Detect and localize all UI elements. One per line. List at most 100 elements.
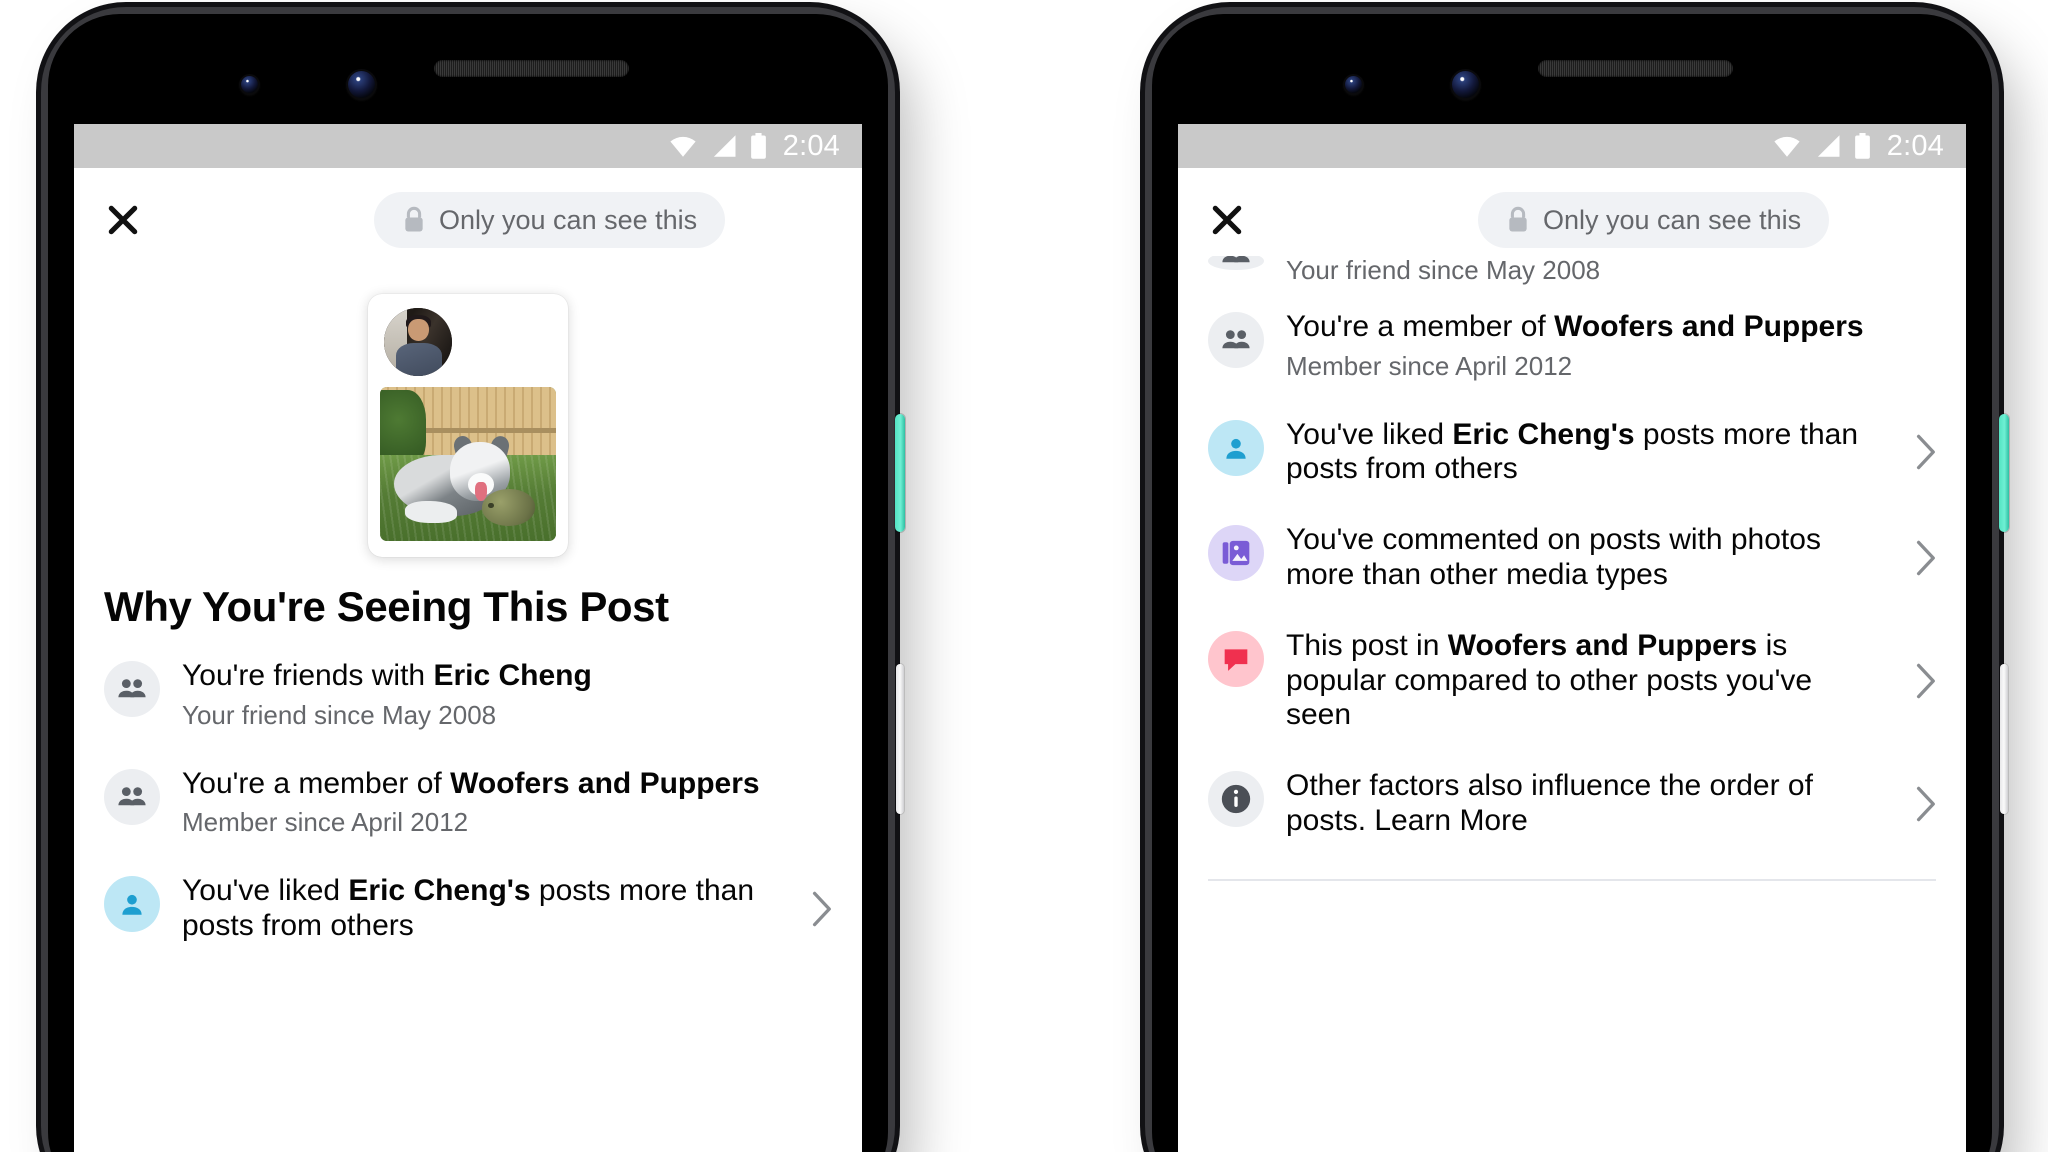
group-people-icon — [118, 786, 146, 805]
list-item[interactable]: You're friends with Eric Cheng Your frie… — [74, 641, 862, 749]
list-item-title: You've commented on posts with photos mo… — [1286, 523, 1821, 591]
list-item-title: You're a member of Woofers and Puppers — [182, 766, 760, 800]
list-item-chevron[interactable] — [1910, 536, 1940, 580]
privacy-badge-label: Only you can see this — [439, 204, 698, 235]
list-item-title: You're a member of Woofers and Puppers — [1286, 309, 1864, 343]
person-circle-icon — [1226, 438, 1246, 459]
list-item-title: Other factors also influence the order o… — [1286, 769, 1813, 837]
list-item-icon — [1208, 771, 1264, 828]
list-item-chevron[interactable] — [806, 887, 836, 931]
battery-icon — [1854, 132, 1870, 159]
privacy-badge: Only you can see this — [374, 192, 726, 248]
list-item-chevron[interactable] — [1910, 659, 1940, 703]
chevron-right-icon — [1916, 540, 1935, 576]
list-item[interactable]: You've liked Eric Cheng's posts more tha… — [74, 856, 862, 962]
list-item[interactable]: You've commented on posts with photos mo… — [1178, 505, 1966, 611]
group-people-icon — [1208, 256, 1264, 270]
list-item-text: You're a member of Woofers and Puppers M… — [1286, 310, 1940, 382]
phone-right: 2:04 Only you can see this Your friend s… — [1152, 14, 2009, 1152]
volume-button[interactable] — [2000, 664, 2008, 814]
list-item-text: Your friend since May 2008 — [1286, 256, 1940, 286]
status-bar-time: 2:04 — [782, 129, 840, 162]
chevron-right-icon — [1916, 435, 1935, 470]
list-divider — [1208, 878, 1936, 881]
phone-right-screen: 2:04 Only you can see this Your friend s… — [1178, 124, 1966, 1152]
front-camera-icon — [1452, 71, 1479, 98]
phone-right-body: 2:04 Only you can see this Your friend s… — [1152, 14, 1992, 1152]
photo-media-icon — [1222, 540, 1250, 566]
list-item[interactable]: Other factors also influence the order o… — [1178, 751, 1966, 857]
power-button[interactable] — [895, 414, 905, 532]
list-item[interactable]: This post in Woofers and Puppers is popu… — [1178, 611, 1966, 751]
lock-icon — [405, 206, 423, 232]
phone-left-body: 2:04 Only you can see this Why You're Se… — [48, 14, 888, 1152]
reason-list-right: You're a member of Woofers and Puppers M… — [1178, 292, 1966, 857]
post-card-wrapper — [74, 272, 862, 557]
list-item-icon — [104, 876, 160, 933]
wifi-icon — [670, 136, 696, 157]
list-item-title: You've liked Eric Cheng's posts more tha… — [1286, 417, 1859, 486]
person-circle-icon — [122, 895, 142, 916]
list-item-text: You've commented on posts with photos mo… — [1286, 523, 1888, 593]
page-title: Why You're Seeing This Post — [104, 583, 669, 630]
list-item-icon — [104, 768, 160, 825]
status-bar-icons — [1772, 132, 1872, 160]
list-item-text: You've liked Eric Cheng's posts more tha… — [1286, 418, 1888, 488]
lock-icon — [1509, 206, 1527, 232]
privacy-badge-label: Only you can see this — [1543, 204, 1802, 235]
list-item-title: This post in Woofers and Puppers is popu… — [1286, 628, 1813, 732]
wifi-icon — [1774, 136, 1800, 157]
post-preview-card[interactable] — [368, 294, 568, 557]
list-item-text: You've liked Eric Cheng's posts more tha… — [182, 874, 784, 944]
status-bar-left: 2:04 — [74, 124, 862, 168]
phone-left-screen: 2:04 Only you can see this Why You're Se… — [74, 124, 862, 1152]
list-item-title: You've liked Eric Cheng's posts more tha… — [182, 874, 755, 943]
list-item-icon — [1208, 311, 1264, 368]
list-item-partial[interactable]: Your friend since May 2008 — [1178, 256, 1966, 292]
earpiece-speaker — [1538, 60, 1733, 77]
list-item-icon — [1208, 419, 1264, 476]
info-icon — [1221, 784, 1251, 814]
list-item-icon — [1208, 525, 1264, 582]
chevron-right-icon — [1916, 786, 1935, 822]
post-photo — [380, 387, 556, 541]
list-item-subtitle: Member since April 2012 — [1286, 350, 1573, 381]
list-item-title: You're friends with Eric Cheng — [182, 659, 592, 692]
list-item-text: This post in Woofers and Puppers is popu… — [1286, 629, 1888, 733]
status-bar-icons — [668, 132, 768, 160]
comment-bubble-icon — [1224, 649, 1248, 671]
power-button[interactable] — [1999, 414, 2009, 532]
list-item-text: You're a member of Woofers and Puppers M… — [182, 767, 836, 839]
cell-signal-icon — [1817, 135, 1840, 157]
battery-icon — [750, 132, 766, 159]
chevron-right-icon — [1916, 663, 1935, 699]
app-body-left[interactable]: Why You're Seeing This Post You're frien… — [74, 272, 862, 1152]
avatar — [384, 308, 452, 376]
list-item[interactable]: You're a member of Woofers and Puppers M… — [1178, 292, 1966, 400]
list-item-text: Other factors also influence the order o… — [1286, 769, 1888, 839]
close-button[interactable] — [100, 197, 146, 243]
app-body-right[interactable]: Your friend since May 2008 You're a memb… — [1178, 256, 1966, 1152]
list-item[interactable]: You've liked Eric Cheng's posts more tha… — [1178, 400, 1966, 506]
status-bar-right: 2:04 — [1178, 124, 1966, 168]
list-item-icon — [104, 661, 160, 717]
status-bar-time: 2:04 — [1886, 129, 1944, 162]
front-sensor-icon — [241, 76, 258, 93]
close-icon — [108, 205, 138, 235]
list-item-chevron[interactable] — [1910, 430, 1940, 474]
earpiece-speaker — [434, 60, 629, 77]
app-header-left: Only you can see this — [74, 168, 862, 272]
screenshot-stage: 2:04 Only you can see this Why You're Se… — [0, 0, 2048, 1152]
volume-button[interactable] — [896, 664, 904, 814]
list-item-chevron[interactable] — [1910, 782, 1940, 826]
group-people-icon — [1222, 330, 1250, 349]
close-button[interactable] — [1204, 197, 1250, 243]
group-people-icon — [118, 679, 146, 698]
cell-signal-icon — [713, 135, 736, 157]
list-item-subtitle: Your friend since May 2008 — [182, 699, 497, 730]
phone-left: 2:04 Only you can see this Why You're Se… — [48, 14, 905, 1152]
privacy-badge: Only you can see this — [1478, 192, 1830, 248]
front-sensor-icon — [1345, 76, 1362, 93]
list-item-subtitle: Your friend since May 2008 — [1286, 256, 1601, 285]
list-item[interactable]: You're a member of Woofers and Puppers M… — [74, 749, 862, 857]
